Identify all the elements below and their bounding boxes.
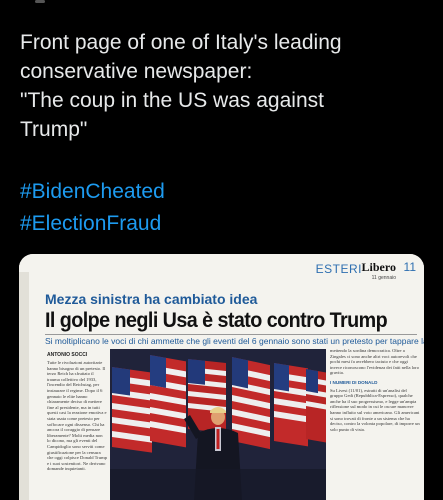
article-subhead: Si moltiplicano le voci di chi ammette c…	[45, 336, 424, 346]
sidebar-heading: I NUMERI DI DONALD	[330, 379, 378, 385]
tweet-text-line: Trump"	[20, 118, 88, 141]
article-kicker: Mezza sinistra ha cambiato idea	[45, 291, 258, 307]
article-headline: Il golpe negli Usa è stato contro Trump	[45, 309, 388, 332]
newspaper-masthead: Libero 11 gennaio	[362, 260, 396, 281]
right-column-text: mettendo la sordina democratica. Oltre a…	[330, 348, 420, 376]
article-column-right: mettendo la sordina democratica. Oltre a…	[330, 348, 420, 500]
tweet-text-line: Front page of one of Italy's leading	[20, 31, 342, 54]
newspaper-page: ESTERI Libero 11 gennaio 11 Mezza sinist…	[19, 254, 424, 500]
tweet-text-line: "The coup in the US was against	[20, 89, 324, 112]
tweet-text: Front page of one of Italy's leading con…	[20, 28, 430, 144]
article-photo	[110, 349, 326, 500]
right-column-text-2: Su Livesi (11/01), estratti di un'analis…	[330, 387, 420, 432]
article-byline: ANTONIO SOCCI	[47, 352, 88, 358]
newspaper-logo: Libero	[361, 260, 396, 274]
page-gutter	[19, 272, 29, 500]
page-number: 11	[403, 260, 416, 274]
tweet-text-line: conservative newspaper:	[20, 60, 253, 83]
hashtag-link[interactable]: #BidenCheated	[20, 176, 165, 208]
headline-divider	[45, 334, 417, 335]
hashtag-list: #BidenCheated #ElectionFraud	[20, 176, 165, 240]
hashtag-link[interactable]: #ElectionFraud	[20, 208, 165, 240]
rally-photo-illustration	[110, 349, 326, 500]
newspaper-date: 11 gennaio	[371, 275, 396, 281]
section-label: ESTERI	[315, 262, 362, 276]
tweet-media-image[interactable]: ESTERI Libero 11 gennaio 11 Mezza sinist…	[19, 254, 424, 500]
article-column-left: Tutte le rivoluzioni autoritarie hanno b…	[47, 360, 107, 472]
avatar-edge	[35, 0, 45, 3]
top-bar	[0, 0, 443, 12]
